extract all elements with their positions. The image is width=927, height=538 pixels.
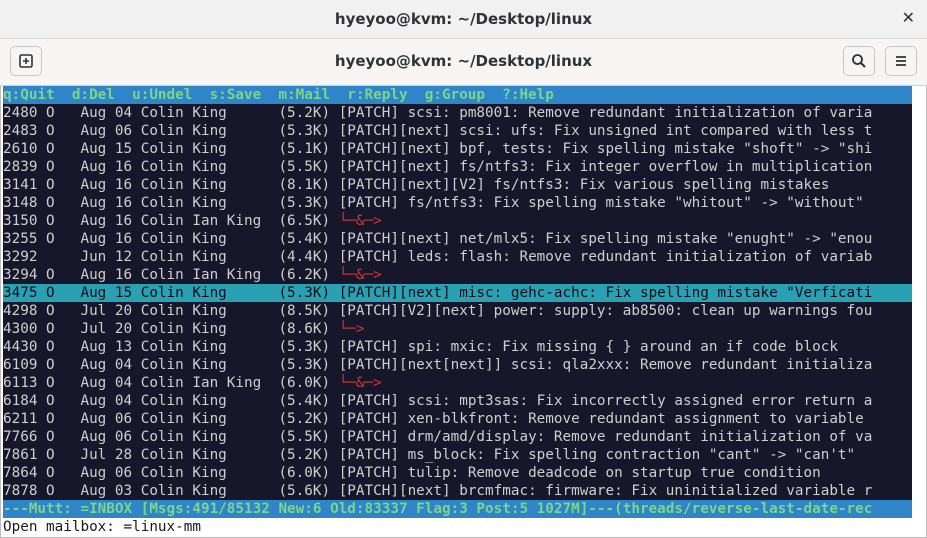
message-row[interactable]: 3255 O Aug 16 Colin King (5.4K) [PATCH][… <box>3 230 912 248</box>
message-meta: 4300 O Jul 20 Colin King (8.6K) <box>3 321 339 337</box>
search-button[interactable] <box>843 46 875 76</box>
message-subject: [PATCH][next] net/mlx5: Fix spelling mis… <box>338 231 873 247</box>
terminal-headerbar: hyeyoo@kvm: ~/Desktop/linux <box>0 39 927 86</box>
terminal-scrollbar[interactable] <box>912 86 924 536</box>
message-meta: 3475 O Aug 15 Colin King (5.3K) <box>3 285 339 301</box>
message-row[interactable]: 2610 O Aug 15 Colin King (5.1K) [PATCH][… <box>3 140 912 158</box>
message-meta: 7861 O Jul 28 Colin King (5.2K) <box>3 447 339 463</box>
message-meta: 4298 O Jul 20 Colin King (8.5K) <box>3 303 339 319</box>
message-subject: [PATCH][next] misc: gehc-achc: Fix spell… <box>338 285 873 301</box>
message-subject: [PATCH][next[next]] scsi: qla2xxx: Remov… <box>338 357 873 373</box>
message-row[interactable]: 3150 O Aug 16 Colin Ian King (6.5K) └─&─… <box>3 212 912 230</box>
message-row[interactable]: 3141 O Aug 16 Colin King (8.1K) [PATCH][… <box>3 176 912 194</box>
message-meta: 2483 O Aug 06 Colin King (5.3K) <box>3 123 339 139</box>
message-meta: 3150 O Aug 16 Colin Ian King (6.5K) <box>3 213 339 229</box>
mutt-status-line: ---Mutt: =INBOX [Msgs:491/85132 New:6 Ol… <box>3 500 912 518</box>
message-meta: 7766 O Aug 06 Colin King (5.5K) <box>3 429 339 445</box>
message-subject: [PATCH] spi: mxic: Fix missing { } aroun… <box>338 339 838 355</box>
message-subject: [PATCH][next] brcmfmac: firmware: Fix un… <box>338 483 873 499</box>
close-icon[interactable]: ✕ <box>902 8 915 27</box>
message-subject: [PATCH][next] bpf, tests: Fix spelling m… <box>338 141 873 157</box>
message-subject: [PATCH][next] scsi: ufs: Fix unsigned in… <box>338 123 873 139</box>
message-subject: [PATCH] ms_block: Fix spelling contracti… <box>338 447 856 463</box>
message-row[interactable]: 7766 O Aug 06 Colin King (5.5K) [PATCH] … <box>3 428 912 446</box>
message-subject: [PATCH] scsi: pm8001: Remove redundant i… <box>338 105 873 121</box>
mutt-help-line: q:Quit d:Del u:Undel s:Save m:Mail r:Rep… <box>3 86 912 104</box>
message-index: 2480 O Aug 04 Colin King (5.2K) [PATCH] … <box>3 104 912 500</box>
message-meta: 3141 O Aug 16 Colin King (8.1K) <box>3 177 339 193</box>
message-row[interactable]: 7861 O Jul 28 Colin King (5.2K) [PATCH] … <box>3 446 912 464</box>
message-subject: [PATCH] xen-blkfront: Remove redundant a… <box>338 411 873 427</box>
message-row[interactable]: 4300 O Jul 20 Colin King (8.6K) └─> <box>3 320 912 338</box>
headerbar-title: hyeyoo@kvm: ~/Desktop/linux <box>334 52 593 70</box>
message-row[interactable]: 2480 O Aug 04 Colin King (5.2K) [PATCH] … <box>3 104 912 122</box>
message-row[interactable]: 6211 O Aug 06 Colin King (5.2K) [PATCH] … <box>3 410 912 428</box>
message-row[interactable]: 3294 O Aug 16 Colin Ian King (6.2K) └─&─… <box>3 266 912 284</box>
message-row[interactable]: 3148 O Aug 16 Colin King (5.3K) [PATCH] … <box>3 194 912 212</box>
message-row[interactable]: 2839 O Aug 16 Colin King (5.5K) [PATCH][… <box>3 158 912 176</box>
message-row[interactable]: 6184 O Aug 04 Colin King (5.4K) [PATCH] … <box>3 392 912 410</box>
message-row[interactable]: 3292 Jun 12 Colin King (4.4K) [PATCH] le… <box>3 248 912 266</box>
message-meta: 2839 O Aug 16 Colin King (5.5K) <box>3 159 339 175</box>
message-meta: 3255 O Aug 16 Colin King (5.4K) <box>3 231 339 247</box>
thread-tree-marker: └─&─> <box>338 375 382 391</box>
message-row[interactable]: 7864 O Aug 06 Colin King (6.0K) [PATCH] … <box>3 464 912 482</box>
message-meta: 4430 O Aug 13 Colin King (5.3K) <box>3 339 339 355</box>
message-meta: 2480 O Aug 04 Colin King (5.2K) <box>3 105 339 121</box>
window-title: hyeyoo@kvm: ~/Desktop/linux <box>334 10 593 28</box>
message-subject: [PATCH] tulip: Remove deadcode on startu… <box>338 465 821 481</box>
message-meta: 6211 O Aug 06 Colin King (5.2K) <box>3 411 339 427</box>
message-meta: 3148 O Aug 16 Colin King (5.3K) <box>3 195 339 211</box>
thread-tree-marker: └─&─> <box>338 267 382 283</box>
message-row[interactable]: 7878 O Aug 03 Colin King (5.6K) [PATCH][… <box>3 482 912 500</box>
message-row[interactable]: 6113 O Aug 04 Colin Ian King (6.0K) └─&─… <box>3 374 912 392</box>
thread-tree-marker: └─> <box>338 321 365 337</box>
message-subject: [PATCH] drm/amd/display: Remove redundan… <box>338 429 873 445</box>
message-meta: 3292 Jun 12 Colin King (4.4K) <box>3 249 339 265</box>
message-row[interactable]: 2483 O Aug 06 Colin King (5.3K) [PATCH][… <box>3 122 912 140</box>
message-subject: [PATCH][V2][next] power: supply: ab8500:… <box>338 303 873 319</box>
terminal-window: hyeyoo@kvm: ~/Desktop/linux ✕ hyeyoo@kvm… <box>0 0 927 538</box>
message-row[interactable]: 4298 O Jul 20 Colin King (8.5K) [PATCH][… <box>3 302 912 320</box>
message-meta: 2610 O Aug 15 Colin King (5.1K) <box>3 141 339 157</box>
hamburger-menu-icon <box>896 56 906 66</box>
message-meta: 3294 O Aug 16 Colin Ian King (6.2K) <box>3 267 339 283</box>
message-row[interactable]: 3475 O Aug 15 Colin King (5.3K) [PATCH][… <box>3 284 912 302</box>
message-subject: [PATCH] fs/ntfs3: Fix spelling mistake "… <box>338 195 864 211</box>
message-row[interactable]: 4430 O Aug 13 Colin King (5.3K) [PATCH] … <box>3 338 912 356</box>
window-titlebar[interactable]: hyeyoo@kvm: ~/Desktop/linux ✕ <box>0 0 927 39</box>
message-meta: 7864 O Aug 06 Colin King (6.0K) <box>3 465 339 481</box>
search-icon <box>852 54 866 68</box>
menu-button[interactable] <box>885 46 917 76</box>
command-line[interactable]: Open mailbox: =linux-mm <box>3 518 912 536</box>
message-meta: 6184 O Aug 04 Colin King (5.4K) <box>3 393 339 409</box>
message-subject: [PATCH] leds: flash: Remove redundant in… <box>338 249 873 265</box>
terminal-screen[interactable]: q:Quit d:Del u:Undel s:Save m:Mail r:Rep… <box>3 86 912 536</box>
message-meta: 6113 O Aug 04 Colin Ian King (6.0K) <box>3 375 339 391</box>
message-meta: 7878 O Aug 03 Colin King (5.6K) <box>3 483 339 499</box>
message-subject: [PATCH][next][V2] fs/ntfs3: Fix various … <box>338 177 830 193</box>
message-subject: [PATCH] scsi: mpt3sas: Fix incorrectly a… <box>338 393 873 409</box>
message-subject: [PATCH][next] fs/ntfs3: Fix integer over… <box>338 159 873 175</box>
message-meta: 6109 O Aug 04 Colin King (5.3K) <box>3 357 339 373</box>
message-row[interactable]: 6109 O Aug 04 Colin King (5.3K) [PATCH][… <box>3 356 912 374</box>
thread-tree-marker: └─&─> <box>338 213 382 229</box>
